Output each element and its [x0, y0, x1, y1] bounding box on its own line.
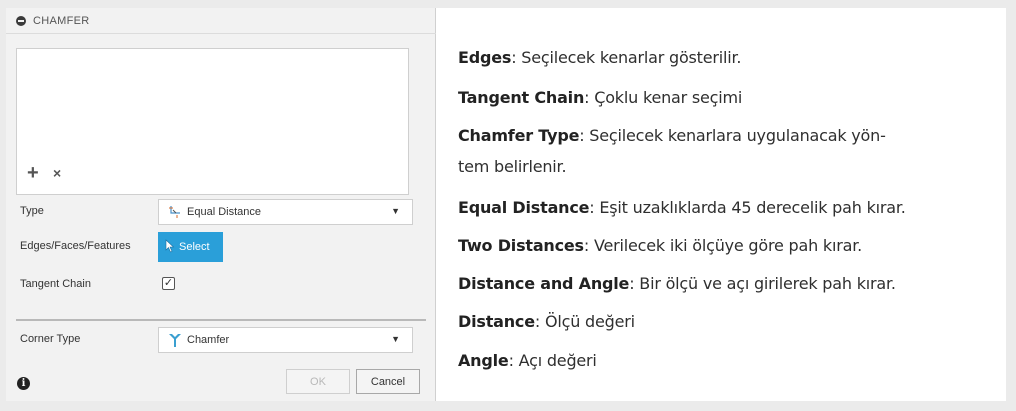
desc-line: Tangent Chain: Çoklu kenar seçimi [458, 88, 743, 107]
select-button[interactable]: Select [158, 232, 223, 262]
tangent-chain-label: Tangent Chain [20, 278, 91, 290]
desc-line: Chamfer Type: Seçilecek kenarlara uygula… [458, 126, 886, 145]
edges-label: Edges/Faces/Features [20, 240, 131, 252]
collapse-icon[interactable] [16, 15, 26, 26]
chamfer-dialog: CHAMFER + × Type Equal Distance ▼ Edges/… [6, 8, 436, 401]
type-row: Type Equal Distance ▼ [6, 197, 436, 227]
desc-line: Angle: Açı değeri [458, 351, 597, 370]
corner-type-label: Corner Type [20, 333, 81, 345]
tangent-chain-checkbox[interactable]: ✓ [162, 277, 175, 290]
cursor-icon [165, 238, 175, 256]
type-dropdown[interactable]: Equal Distance ▼ [158, 199, 413, 225]
type-value: Equal Distance [187, 206, 261, 218]
corner-type-row: Corner Type Chamfer ▼ [6, 325, 436, 355]
desc-line: Distance and Angle: Bir ölçü ve açı giri… [458, 274, 896, 293]
equal-distance-icon [167, 204, 183, 220]
top-border [0, 0, 1016, 8]
corner-type-value: Chamfer [187, 334, 230, 346]
bottom-border [0, 401, 1016, 411]
remove-icon[interactable]: × [53, 165, 61, 181]
section-divider [16, 319, 426, 321]
right-border [1006, 0, 1016, 411]
screenshot-frame: CHAMFER + × Type Equal Distance ▼ Edges/… [0, 0, 1016, 411]
edges-row: Edges/Faces/Features Select [6, 232, 436, 262]
desc-line: Two Distances: Verilecek iki ölçüye göre… [458, 236, 863, 255]
desc-line: tem belirlenir. [458, 157, 567, 176]
dialog-header: CHAMFER [6, 8, 436, 34]
chevron-down-icon: ▼ [391, 206, 400, 216]
desc-line: Edges: Seçilecek kenarlar gösterilir. [458, 48, 742, 67]
select-button-label: Select [179, 241, 210, 253]
cancel-button[interactable]: Cancel [356, 369, 420, 394]
dialog-title: CHAMFER [33, 14, 90, 27]
info-icon[interactable]: i [17, 377, 30, 390]
type-label: Type [20, 205, 44, 217]
desc-line: Equal Distance: Eşit uzaklıklarda 45 der… [458, 198, 906, 217]
corner-type-dropdown[interactable]: Chamfer ▼ [158, 327, 413, 353]
tangent-chain-row: Tangent Chain ✓ [6, 270, 436, 300]
add-icon[interactable]: + [27, 162, 39, 185]
chevron-down-icon: ▼ [391, 334, 400, 344]
selection-list[interactable]: + × [16, 48, 409, 195]
desc-line: Distance: Ölçü değeri [458, 312, 635, 331]
chamfer-corner-icon [167, 332, 183, 348]
ok-button[interactable]: OK [286, 369, 350, 394]
